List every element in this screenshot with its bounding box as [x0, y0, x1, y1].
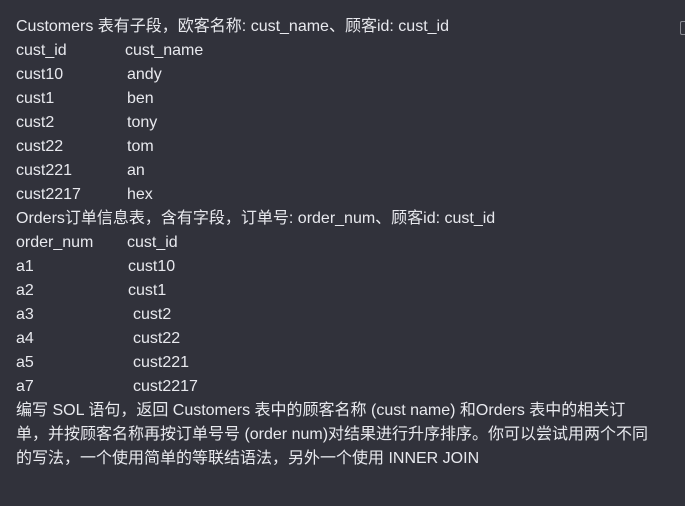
orders-row-num: a4 [16, 330, 34, 347]
orders-row-cust: cust2217 [133, 378, 198, 395]
orders-row-cust: cust2 [133, 306, 172, 323]
customers-row-id: cust1 [16, 90, 55, 107]
customers-row-name: an [127, 162, 145, 179]
task-line: 单，并按顾客名称再按订单号号 (order num)对结果进行升序排序。你可以尝… [16, 426, 649, 443]
orders-row-num: a3 [16, 306, 34, 323]
orders-row-num: a2 [16, 282, 34, 299]
customers-row-id: cust2217 [16, 186, 81, 203]
customers-row-id: cust10 [16, 66, 64, 83]
customers-row-name: tony [127, 114, 158, 131]
orders-row-num: a7 [16, 378, 34, 395]
customers-row-name: tom [127, 138, 154, 155]
orders-row-num: a1 [16, 258, 34, 275]
customers-header-cust-id: cust_id [16, 42, 67, 59]
customers-row-name: andy [127, 66, 162, 83]
customers-row-id: cust2 [16, 114, 55, 131]
customers-row-name: ben [127, 90, 154, 107]
orders-row-cust: cust22 [133, 330, 181, 347]
orders-header-cust-id: cust_id [127, 234, 178, 251]
customers-row-name: hex [127, 186, 153, 203]
orders-row-cust: cust221 [133, 354, 190, 371]
orders-header-order-num: order_num [16, 234, 94, 251]
task-line: 编写 SOL 语句，返回 Customers 表中的顾客名称 (cust nam… [16, 402, 626, 419]
customers-header-cust-name: cust_name [125, 42, 204, 59]
customers-row-id: cust22 [16, 138, 64, 155]
orders-intro: Orders订单信息表，含有字段，订单号: order_num、顾客id: cu… [16, 210, 496, 227]
customers-intro: Customers 表有子段，欧客名称: cust_name、顾客id: cus… [16, 18, 449, 35]
problem-statement-panel: Customers 表有子段，欧客名称: cust_name、顾客id: cus… [0, 0, 685, 506]
task-line: 的写法，一个使用简单的等联结语法，另外一个使用 INNER JOIN [16, 450, 480, 467]
orders-row-cust: cust1 [128, 282, 167, 299]
orders-row-cust: cust10 [128, 258, 176, 275]
customers-row-id: cust221 [16, 162, 73, 179]
scrollbar-edge[interactable] [680, 21, 685, 35]
orders-row-num: a5 [16, 354, 34, 371]
